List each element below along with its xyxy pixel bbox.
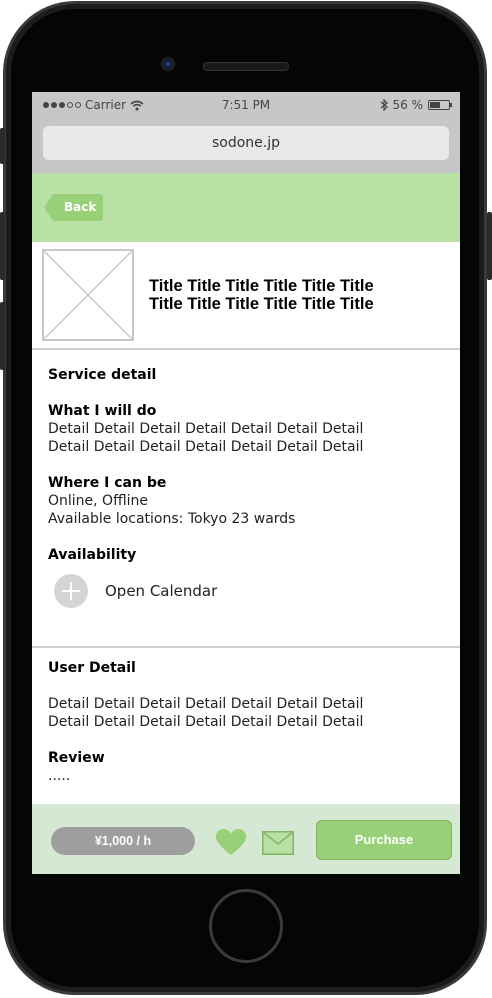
user-detail-heading: User Detail <box>48 659 136 677</box>
earpiece-speaker <box>203 62 289 71</box>
image-placeholder-icon <box>42 249 134 341</box>
listing-summary: Title Title Title Title Title Title Titl… <box>32 242 460 350</box>
heart-icon[interactable] <box>215 828 247 856</box>
price-badge: ¥1,000 / h <box>51 827 195 855</box>
user-detail-text: Detail Detail Detail Detail Detail Detai… <box>48 695 363 731</box>
listing-title-line: Title Title Title Title Title Title <box>149 277 374 295</box>
detail-text: Detail Detail Detail Detail Detail Detai… <box>48 714 364 730</box>
detail-text: Detail Detail Detail Detail Detail Detai… <box>48 421 364 437</box>
listing-title: Title Title Title Title Title Title Titl… <box>149 277 449 313</box>
review-section: Review ..... <box>48 749 105 785</box>
mail-icon[interactable] <box>262 831 294 855</box>
power-button <box>487 212 492 280</box>
address-bar[interactable]: sodone.jp <box>43 126 449 160</box>
browser-bar: sodone.jp <box>32 118 460 173</box>
detail-text: Detail Detail Detail Detail Detail Detai… <box>48 696 364 712</box>
open-calendar-label: Open Calendar <box>105 582 218 600</box>
battery-fill <box>430 102 440 108</box>
mute-switch <box>0 128 5 164</box>
status-bar: Carrier 7:51 PM 56 % <box>32 92 460 118</box>
purchase-footer: ¥1,000 / h Purchase <box>32 804 460 874</box>
battery-percent: 56 % <box>392 98 424 112</box>
subsection-title: Review <box>48 750 105 766</box>
review-text: ..... <box>48 768 71 784</box>
plus-icon[interactable] <box>54 574 88 608</box>
subsection-title: What I will do <box>48 403 157 419</box>
page-header: Back <box>32 173 460 242</box>
subsection-title: Where I can be <box>48 475 167 491</box>
detail-text: Available locations: Tokyo 23 wards <box>48 511 296 527</box>
where-i-can-be: Where I can be Online, Offline Available… <box>48 474 295 528</box>
section-title: User Detail <box>48 660 136 676</box>
section-title: Service detail <box>48 367 157 383</box>
back-button[interactable]: Back <box>44 194 103 221</box>
front-camera <box>161 57 175 71</box>
screen: Carrier 7:51 PM 56 % sodone.jp Back Titl… <box>32 92 460 874</box>
availability-heading: Availability <box>48 546 136 564</box>
what-i-will-do: What I will do Detail Detail Detail Deta… <box>48 402 363 456</box>
volume-down-button <box>0 302 5 370</box>
service-detail-heading: Service detail <box>48 366 156 384</box>
volume-up-button <box>0 212 5 280</box>
section-divider <box>32 646 460 648</box>
purchase-button[interactable]: Purchase <box>316 820 452 860</box>
status-right: 56 % <box>380 98 452 112</box>
listing-title-line: Title Title Title Title Title Title <box>149 295 374 313</box>
detail-text: Online, Offline <box>48 493 148 509</box>
subsection-title: Availability <box>48 547 137 563</box>
open-calendar-button[interactable]: Open Calendar <box>54 574 217 608</box>
bluetooth-icon <box>380 99 388 111</box>
detail-text: Detail Detail Detail Detail Detail Detai… <box>48 439 364 455</box>
home-button[interactable] <box>209 889 283 963</box>
battery-icon <box>428 100 452 110</box>
